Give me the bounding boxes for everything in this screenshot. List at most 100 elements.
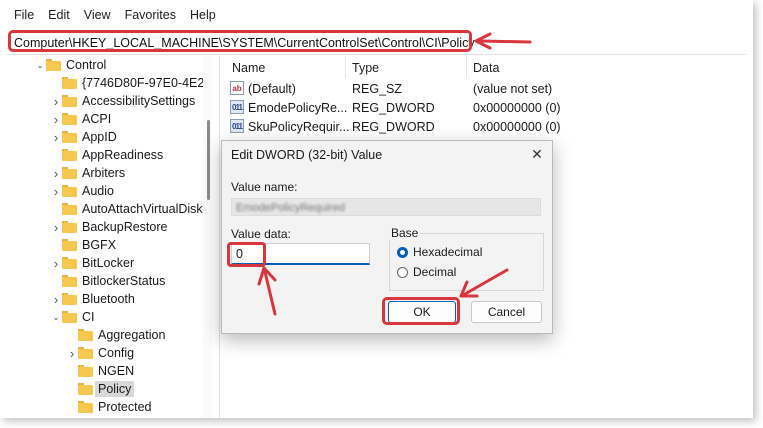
menu-edit[interactable]: Edit (48, 8, 70, 22)
chevron-right-icon[interactable]: › (50, 112, 62, 127)
tree-item-label: Arbiters (82, 166, 126, 180)
folder-icon (78, 347, 93, 359)
list-header: Name Type Data (222, 56, 753, 78)
column-separator[interactable] (466, 56, 467, 78)
chevron-right-icon[interactable]: › (50, 166, 62, 181)
value-type: REG_DWORD (352, 101, 435, 115)
tree-item[interactable]: BGFX (50, 236, 116, 254)
folder-icon (62, 131, 77, 143)
menu-file[interactable]: File (14, 8, 34, 22)
address-bar[interactable]: Computer\HKEY_LOCAL_MACHINE\SYSTEM\Curre… (6, 30, 746, 55)
tree-scrollbar-thumb[interactable] (207, 120, 210, 200)
tree-item[interactable]: Protected (66, 398, 152, 416)
column-type[interactable]: Type (352, 61, 379, 75)
folder-icon (62, 203, 77, 215)
dword-value-icon: 011 (230, 100, 244, 114)
chevron-right-icon[interactable]: › (50, 292, 62, 307)
hexadecimal-radio[interactable]: Hexadecimal (397, 245, 482, 259)
folder-icon (78, 383, 93, 395)
radio-unselected-icon[interactable] (397, 266, 408, 278)
tree-item[interactable]: NGEN (66, 362, 134, 380)
column-name[interactable]: Name (232, 61, 265, 75)
tree-item[interactable]: › BackupRestore (50, 218, 168, 236)
tree-item[interactable]: AutoAttachVirtualDisk (50, 200, 203, 218)
chevron-right-icon[interactable]: › (50, 184, 62, 199)
cancel-button[interactable]: Cancel (471, 301, 542, 323)
tree-item-label: Aggregation (98, 328, 166, 342)
decimal-radio[interactable]: Decimal (397, 265, 456, 279)
chevron-right-icon[interactable]: › (66, 346, 78, 361)
tree-item-label: ACPI (82, 112, 112, 126)
folder-icon (62, 293, 77, 305)
dword-value-icon: 011 (230, 119, 244, 133)
value-row[interactable]: 011 EmodePolicyRe... REG_DWORD 0x00000000 (… (222, 99, 753, 118)
value-type: REG_SZ (352, 82, 403, 96)
tree-item-label: Policy (95, 381, 135, 397)
tree-item-label: AccessibilitySettings (82, 94, 196, 108)
pane-divider[interactable] (219, 56, 220, 418)
value-row[interactable]: 011 SkuPolicyRequir... REG_DWORD 0x00000000… (222, 118, 753, 137)
tree-item[interactable]: Policy (66, 380, 135, 398)
value-name: (Default) (248, 82, 296, 96)
folder-icon (62, 311, 77, 323)
tree-item[interactable]: ⌄ Control (34, 56, 106, 74)
chevron-right-icon[interactable]: › (50, 94, 62, 109)
menu-bar: File Edit View Favorites Help (0, 0, 753, 30)
menu-help[interactable]: Help (190, 8, 216, 22)
value-row[interactable]: ab (Default) REG_SZ (value not set) (222, 80, 753, 99)
tree-item[interactable]: › AccessibilitySettings (50, 92, 195, 110)
folder-icon (62, 239, 77, 251)
value-name-field: EmodePolicyRequired (231, 198, 541, 216)
chevron-down-icon[interactable]: ⌄ (50, 312, 62, 323)
folder-icon (78, 329, 93, 341)
tree-item-label: Protected (98, 400, 152, 414)
tree-item[interactable]: › Config (66, 344, 134, 362)
menu-favorites[interactable]: Favorites (125, 8, 176, 22)
tree-item-label: Config (98, 346, 135, 360)
chevron-right-icon[interactable]: › (50, 130, 62, 145)
tree-item-label: BitLocker (82, 256, 135, 270)
chevron-right-icon[interactable]: › (50, 220, 62, 235)
column-data[interactable]: Data (473, 61, 499, 75)
tree-item[interactable]: › Audio (50, 182, 114, 200)
folder-icon (46, 59, 61, 71)
folder-icon (62, 95, 77, 107)
tree-item[interactable]: AppReadiness (50, 146, 163, 164)
tree-item-label: BitlockerStatus (82, 274, 166, 288)
registry-editor-window: File Edit View Favorites Help Computer\H… (0, 0, 753, 418)
tree-item[interactable]: › AppID (50, 128, 117, 146)
tree-item[interactable]: › Bluetooth (50, 290, 135, 308)
tree-item-label: Bluetooth (82, 292, 135, 306)
column-separator[interactable] (345, 56, 346, 78)
value-data: (value not set) (473, 82, 553, 96)
tree-item-label: BGFX (82, 238, 117, 252)
tree-item[interactable]: › ACPI (50, 110, 111, 128)
tree-item[interactable]: › BitLocker (50, 254, 134, 272)
tree-item-label: BackupRestore (82, 220, 168, 234)
arrow-to-ok-icon (459, 268, 509, 298)
arrow-to-address-icon (474, 32, 532, 50)
dialog-title: Edit DWORD (32-bit) Value (231, 148, 383, 162)
tree-item[interactable]: ⌄ CI (50, 308, 94, 326)
tree-item-label: NGEN (98, 364, 135, 378)
value-data: 0x00000000 (0) (473, 101, 561, 115)
close-icon[interactable]: ✕ (528, 145, 546, 163)
tree-item[interactable]: Aggregation (66, 326, 165, 344)
value-name: EmodePolicyRe... (248, 101, 348, 115)
menu-view[interactable]: View (84, 8, 111, 22)
folder-icon (62, 149, 77, 161)
value-data-label: Value data: (231, 227, 291, 241)
tree-item[interactable]: BitlockerStatus (50, 272, 165, 290)
radio-selected-icon[interactable] (397, 246, 408, 258)
tree-item[interactable]: › Arbiters (50, 164, 125, 182)
chevron-down-icon[interactable]: ⌄ (34, 60, 46, 71)
value-name-label: Value name: (231, 180, 298, 194)
base-label: Base (389, 226, 421, 240)
folder-icon (78, 401, 93, 413)
chevron-right-icon[interactable]: › (50, 256, 62, 271)
tree-item[interactable]: {7746D80F-97E0-4E26- (50, 74, 212, 92)
tree-item-label: AutoAttachVirtualDisk (82, 202, 203, 216)
tree-item-label: AppID (82, 130, 117, 144)
tree-scrollbar[interactable] (203, 56, 212, 418)
folder-icon (62, 257, 77, 269)
